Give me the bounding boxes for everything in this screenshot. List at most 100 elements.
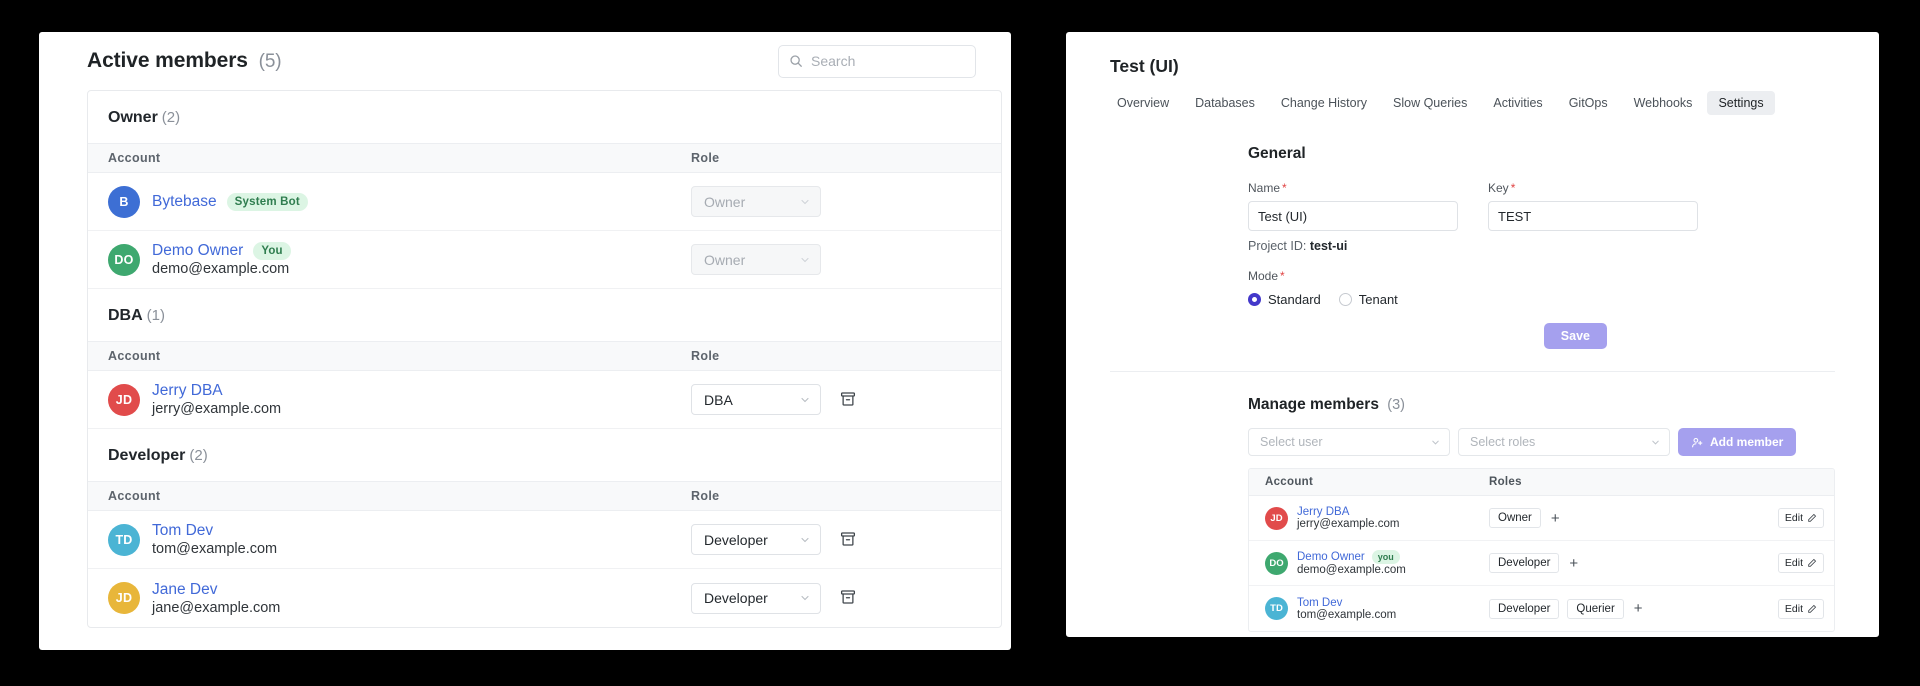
table-row: DO Demo Owner You demo@example.com Owner [88, 231, 1001, 289]
mode-label: Mode * [1248, 269, 1879, 283]
tab-databases[interactable]: Databases [1184, 91, 1266, 115]
member-group-title: Developer (2) [88, 429, 1001, 481]
member-name-link[interactable]: Demo Owner [1297, 551, 1365, 563]
member-group-title: Owner (2) [88, 91, 1001, 143]
delete-member-icon[interactable] [839, 588, 859, 608]
tab-gitops[interactable]: GitOps [1558, 91, 1619, 115]
role-chip[interactable]: Owner [1489, 508, 1541, 528]
name-input[interactable]: Test (UI) [1248, 201, 1458, 231]
member-name-line: Demo Owner you [1297, 550, 1406, 564]
select-roles-dropdown[interactable]: Select roles [1458, 428, 1670, 456]
edit-member-button[interactable]: Edit [1777, 508, 1824, 528]
member-account-cell: TD Tom Dev tom@example.com [1249, 597, 1489, 621]
edit-member-button[interactable]: Edit [1777, 553, 1824, 573]
user-plus-icon [1691, 436, 1704, 449]
add-role-icon[interactable]: + [1632, 601, 1645, 616]
member-name-link[interactable]: Tom Dev [1297, 597, 1342, 609]
member-email: demo@example.com [152, 261, 290, 277]
project-id: Project ID: test-ui [1248, 239, 1458, 253]
mode-radio-standard[interactable]: Standard [1248, 292, 1321, 307]
member-role-cell: Owner [691, 244, 1001, 275]
member-name-link[interactable]: Jerry DBA [152, 382, 223, 400]
mode-radio-tenant[interactable]: Tenant [1338, 292, 1398, 307]
active-members-header: Active members (5) Search [39, 32, 1011, 90]
search-input[interactable]: Search [778, 44, 976, 78]
member-account-cell: JD Jerry DBA jerry@example.com [88, 382, 691, 417]
select-user-placeholder: Select user [1260, 435, 1323, 449]
required-asterisk: * [1282, 181, 1287, 195]
member-name-link[interactable]: Tom Dev [152, 522, 213, 540]
member-email: jerry@example.com [152, 401, 282, 417]
avatar: DO [108, 243, 140, 276]
avatar: B [108, 185, 140, 218]
avatar: JD [108, 383, 140, 416]
general-section: General Name * Test (UI) Project ID: test… [1066, 115, 1879, 349]
member-name-link[interactable]: Demo Owner [152, 242, 243, 260]
name-label: Name * [1248, 181, 1458, 195]
avatar: JD [1265, 506, 1288, 530]
edit-member-label: Edit [1784, 557, 1803, 569]
mode-radio-label: Tenant [1358, 292, 1398, 307]
tab-slow-queries[interactable]: Slow Queries [1382, 91, 1478, 115]
chevron-down-icon [1430, 437, 1441, 448]
tab-settings[interactable]: Settings [1707, 91, 1775, 115]
select-user-dropdown[interactable]: Select user [1248, 428, 1450, 456]
member-name-link[interactable]: Jerry DBA [1297, 506, 1349, 518]
member-identity: Jerry DBA jerry@example.com [152, 382, 281, 417]
page-title-text: Active members [87, 49, 248, 72]
member-identity: Bytebase System Bot [152, 192, 308, 211]
role-select-value: Owner [704, 251, 746, 268]
member-roles-cell: Developer Querier + [1489, 598, 1772, 619]
member-name-line: Jane Dev [152, 581, 280, 599]
required-asterisk: * [1510, 181, 1516, 195]
general-heading: General [1248, 145, 1306, 162]
role-select-value: Developer [704, 590, 768, 606]
role-select[interactable]: Developer [691, 524, 821, 555]
screenshot-stage: Active members (5) Search Owner (2) Accoun… [0, 0, 1920, 686]
save-button[interactable]: Save [1543, 323, 1607, 349]
role-chip[interactable]: Developer [1489, 598, 1560, 619]
role-select[interactable]: DBA [691, 384, 821, 415]
table-row: TD Tom Dev tom@example.com Developer [88, 511, 1001, 569]
delete-member-icon[interactable] [839, 390, 859, 410]
project-id-label: Project ID: [1248, 239, 1307, 253]
tab-overview[interactable]: Overview [1106, 91, 1180, 115]
column-header-role: Role [691, 349, 720, 363]
tab-webhooks[interactable]: Webhooks [1623, 91, 1704, 115]
manage-members-table-header: Account Roles [1249, 469, 1834, 496]
member-group-count: (2) [161, 109, 181, 126]
member-group-title: DBA (1) [88, 289, 1001, 341]
key-input-value: TEST [1498, 208, 1532, 224]
avatar: TD [1265, 597, 1288, 620]
delete-member-icon[interactable] [839, 530, 859, 550]
role-chip[interactable]: Querier [1567, 598, 1624, 619]
add-member-controls: Select user Select roles Add member [1066, 414, 1879, 456]
member-email: tom@example.com [152, 541, 278, 557]
member-group-name: DBA [108, 307, 143, 324]
key-input[interactable]: TEST [1488, 201, 1698, 231]
table-row: TD Tom Dev tom@example.com Developer Quer… [1249, 586, 1834, 631]
role-chip[interactable]: Developer [1489, 553, 1560, 573]
member-account-cell: B Bytebase System Bot [88, 185, 691, 218]
add-role-icon[interactable]: + [1549, 511, 1562, 526]
tab-change-history[interactable]: Change History [1270, 91, 1378, 115]
active-members-panel: Active members (5) Search Owner (2) Accoun… [39, 32, 1011, 650]
member-group-name: Developer [108, 447, 186, 464]
status-badge: you [1371, 550, 1400, 564]
chevron-down-icon [1650, 437, 1661, 448]
member-name-link[interactable]: Bytebase [152, 193, 217, 211]
add-member-button[interactable]: Add member [1678, 428, 1797, 456]
tab-activities[interactable]: Activities [1482, 91, 1553, 115]
archive-project-link[interactable]: Archive this project [1066, 632, 1879, 637]
member-identity: Tom Dev tom@example.com [1297, 597, 1396, 621]
member-group-count: (1) [146, 307, 166, 324]
member-name-link[interactable]: Jane Dev [152, 581, 217, 599]
member-identity: Jane Dev jane@example.com [152, 581, 280, 616]
edit-member-button[interactable]: Edit [1777, 598, 1824, 619]
pencil-icon [1807, 604, 1817, 614]
member-role-cell: DBA [691, 384, 1001, 415]
manage-members-count: (3) [1387, 397, 1405, 413]
role-select[interactable]: Developer [691, 582, 821, 614]
add-role-icon[interactable]: + [1567, 556, 1580, 571]
name-field-group: Name * Test (UI) Project ID: test-ui [1248, 181, 1458, 253]
